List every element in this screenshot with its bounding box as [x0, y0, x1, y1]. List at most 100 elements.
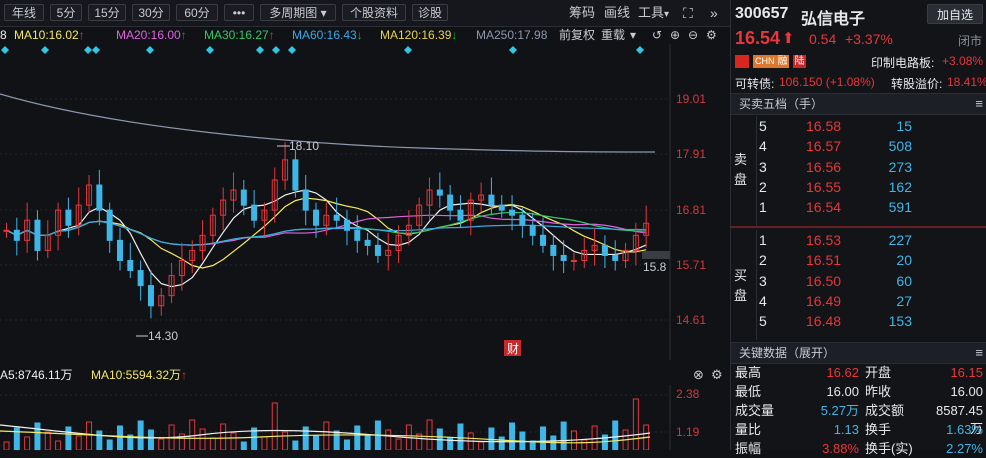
convertible-value[interactable]: 106.150 (+1.08%)	[779, 75, 875, 89]
ask-row[interactable]: 5 16.58 15	[731, 116, 986, 136]
order-price: 16.58	[806, 118, 842, 134]
bid-row[interactable]: 1 16.53 227	[731, 230, 986, 250]
bid-row[interactable]: 3 16.50 60	[731, 271, 986, 291]
volume-bar	[591, 425, 598, 451]
candle-body	[519, 214, 526, 226]
settings-gear-icon[interactable]: ⚙	[706, 26, 717, 44]
candle-body	[447, 194, 454, 211]
y-axis-label: 15.71	[676, 258, 707, 272]
keydata-value: 16.00	[950, 384, 983, 399]
menu-icon[interactable]: ≡	[975, 94, 983, 114]
candle-body	[240, 189, 247, 206]
keydata-value: 16.00	[826, 384, 859, 399]
last-price-label: 15.8	[643, 260, 667, 274]
order-price: 16.55	[806, 178, 842, 195]
y-axis-label: 17.91	[676, 147, 707, 161]
orderbook-header[interactable]: 买卖五档（手） ≡	[731, 93, 986, 115]
period-30min-button[interactable]: 30分	[132, 4, 170, 21]
candle-body	[498, 204, 505, 211]
volume-settings-gear-icon[interactable]: ⚙	[711, 365, 723, 385]
fullscreen-icon[interactable]: ⛶	[683, 5, 693, 21]
spread-divider	[731, 226, 986, 228]
ma250-legend: MA250:17.98	[476, 28, 548, 42]
keydata-value: 3.88%	[822, 441, 859, 456]
quote-panel: 300657 弘信电子 加自选 16.54 ⬆ 0.54 +3.37% 闭市 C…	[730, 0, 986, 456]
order-volume: 591	[888, 199, 912, 216]
keydata-key: 振幅	[735, 441, 762, 456]
bid-row[interactable]: 5 16.48 153	[731, 311, 986, 331]
kline-chart[interactable]: 18.10 14.30 15.8 财 19.01 17.91 16.81 15.…	[0, 44, 730, 360]
ask-row[interactable]: 4 16.57 508	[731, 136, 986, 156]
candle-body	[612, 254, 619, 261]
period-5min-button[interactable]: 5分	[50, 4, 82, 21]
ma5-legend: 8	[0, 28, 7, 42]
level-number: 2	[759, 178, 767, 195]
menu-icon[interactable]: ≡	[975, 343, 983, 363]
chips-link[interactable]: 筹码	[569, 5, 595, 21]
order-volume: 227	[888, 232, 912, 248]
order-price: 16.53	[806, 232, 842, 248]
ask-row[interactable]: 1 16.54 591	[731, 197, 986, 217]
price-up-arrow-icon: ⬆	[782, 30, 795, 47]
sector-label[interactable]: 印制电路板:	[871, 54, 934, 71]
order-volume: 60	[896, 272, 912, 289]
volume-bar	[75, 435, 82, 451]
candle-body	[343, 219, 350, 231]
down-arrow-icon: ↓	[451, 28, 458, 42]
adjust-mode[interactable]: 前复权	[559, 26, 595, 44]
zoom-out-icon[interactable]: ⊖	[688, 26, 698, 44]
overlay-button[interactable]: 重载	[601, 26, 625, 44]
add-watchlist-button[interactable]: 加自选	[927, 4, 983, 24]
close-volume-icon[interactable]: ⊗	[693, 365, 704, 385]
y-axis-label: 19.01	[676, 92, 707, 106]
keydata-value: 1.63%	[946, 422, 983, 437]
keydata-title: 关键数据（展开）	[739, 346, 836, 360]
ma250-line	[0, 93, 656, 153]
period-15min-button[interactable]: 15分	[88, 4, 126, 21]
candle-body	[333, 214, 340, 221]
volume-bar	[560, 421, 567, 451]
tools-menu[interactable]: 工具▾	[638, 5, 669, 23]
tools-label: 工具	[638, 5, 665, 20]
keydata-header[interactable]: 关键数据（展开） ≡	[731, 342, 986, 364]
volume-bar	[385, 429, 392, 451]
ma10-legend: MA10:16.02↑	[14, 28, 85, 42]
period-60min-button[interactable]: 60分	[176, 4, 218, 21]
volume-bar	[55, 440, 62, 451]
volume-bar	[498, 436, 505, 451]
multi-period-button[interactable]: 多周期图 ▾	[260, 4, 336, 21]
bid-row[interactable]: 4 16.49 27	[731, 291, 986, 311]
lock-icon[interactable]: ▾	[630, 26, 636, 44]
candle-body	[354, 229, 361, 241]
keydata-key: 最低	[735, 384, 762, 399]
zoom-in-icon[interactable]: ⊕	[670, 26, 680, 44]
volume-chart[interactable]: 2.38 1.19	[0, 385, 730, 451]
volume-svg	[0, 385, 671, 451]
y-axis-label: 14.61	[676, 313, 707, 327]
candle-body	[560, 254, 567, 261]
ask-row[interactable]: 3 16.56 273	[731, 157, 986, 177]
volume-bar	[261, 436, 268, 451]
level-number: 5	[759, 313, 767, 330]
up-arrow-icon: ↑	[181, 368, 188, 382]
more-periods-button[interactable]: •••	[224, 4, 254, 21]
stock-code: 300657	[735, 5, 789, 22]
ask-row[interactable]: 2 16.55 162	[731, 177, 986, 197]
diagnose-button[interactable]: 诊股	[412, 4, 448, 21]
volume-bar	[509, 422, 516, 451]
undo-icon[interactable]: ↺	[652, 26, 662, 44]
stock-info-button[interactable]: 个股资料	[342, 4, 406, 21]
period-year-button[interactable]: 年线	[4, 4, 44, 21]
volume-bar	[395, 438, 402, 451]
bid-row[interactable]: 2 16.51 20	[731, 250, 986, 270]
level-number: 3	[759, 272, 767, 289]
collapse-panel-icon[interactable]: »	[710, 5, 718, 21]
candle-body	[3, 229, 10, 232]
event-markers	[1, 46, 644, 54]
keydata-value: 5.27万	[820, 403, 859, 418]
draw-line-link[interactable]: 画线	[604, 5, 630, 21]
order-price: 16.57	[806, 138, 842, 155]
volume-bar	[189, 419, 196, 451]
candle-body	[509, 209, 516, 216]
volume-bar	[209, 437, 216, 451]
